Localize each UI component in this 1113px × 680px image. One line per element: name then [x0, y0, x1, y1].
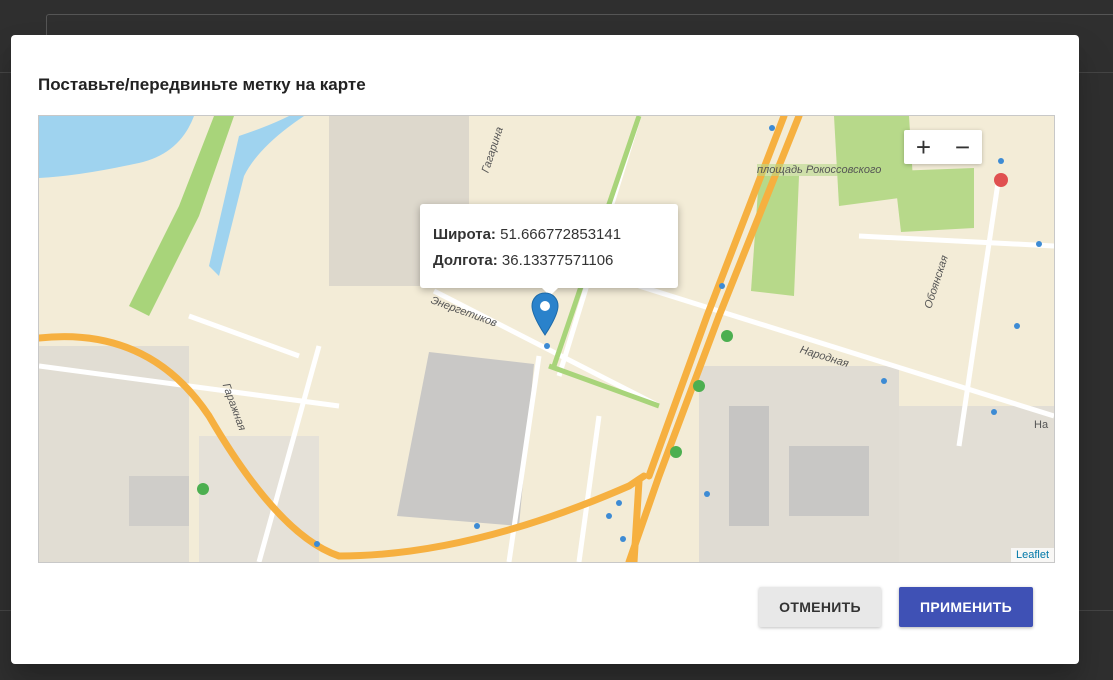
latitude-value: 51.666772853141 — [500, 226, 622, 243]
map-tiles — [39, 116, 1054, 562]
zoom-out-button[interactable]: − — [943, 130, 982, 164]
apply-button[interactable]: ПРИМЕНИТЬ — [899, 587, 1033, 627]
latitude-label: Широта: — [433, 226, 496, 243]
longitude-value: 36.13377571106 — [501, 252, 614, 269]
map-view[interactable]: Гагарина Энергетиков Гаражная Народная О… — [38, 115, 1055, 563]
zoom-in-button[interactable]: + — [904, 130, 943, 164]
coordinates-popup: Широта: 51.666772853141 Долгота: 36.1337… — [420, 204, 678, 296]
map-marker-icon[interactable] — [531, 292, 559, 336]
map-dialog: Поставьте/передвиньте метку на карте Гаг… — [11, 35, 1079, 664]
zoom-control: + − — [904, 130, 982, 164]
street-label: На — [1034, 419, 1049, 431]
street-label: площадь Рокоссовского — [757, 164, 882, 176]
longitude-label: Долгота: — [433, 252, 498, 269]
latitude-row: Широта: 51.666772853141 — [433, 226, 621, 243]
dialog-title: Поставьте/передвиньте метку на карте — [38, 75, 366, 94]
longitude-row: Долгота: 36.13377571106 — [433, 252, 613, 269]
cancel-button[interactable]: ОТМЕНИТЬ — [759, 587, 881, 627]
map-attribution-link[interactable]: Leaflet — [1010, 548, 1054, 562]
background-panel — [46, 14, 1113, 37]
